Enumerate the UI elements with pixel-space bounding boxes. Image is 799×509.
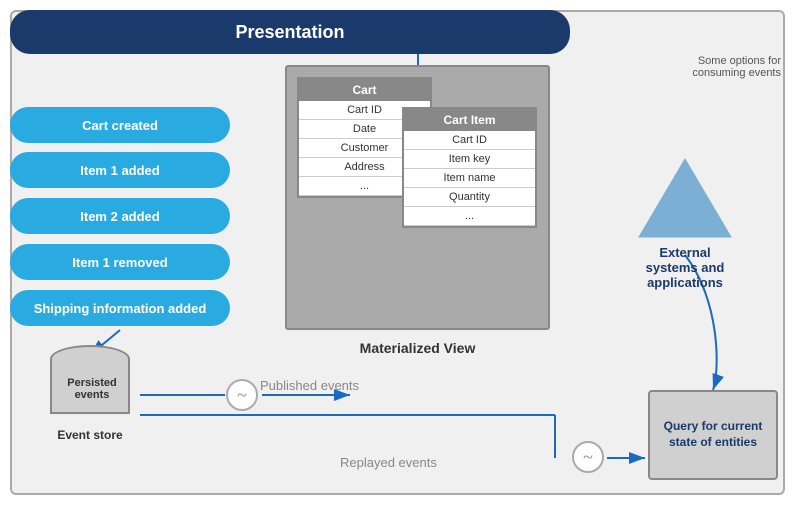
cartitem-row-itemname: Item name <box>404 169 535 188</box>
external-systems-label: Externalsystems andapplications <box>646 245 725 290</box>
cartitem-row-itemkey: Item key <box>404 150 535 169</box>
event-store-cylinder: Persistedevents <box>50 345 130 420</box>
cartitem-row-quantity: Quantity <box>404 188 535 207</box>
external-systems-triangle <box>635 155 735 241</box>
diagram-container: Presentation Cart created Item 1 added I… <box>0 0 799 509</box>
event-pill-item1-added: Item 1 added <box>10 152 230 188</box>
replayed-events-label: Replayed events <box>340 455 437 470</box>
event-store-label: Event store <box>35 428 145 442</box>
cylinder-label: Persistedevents <box>52 377 132 401</box>
cartitem-row-cartid: Cart ID <box>404 131 535 150</box>
event-pill-item1-removed: Item 1 removed <box>10 244 230 280</box>
presentation-label: Presentation <box>235 22 344 43</box>
cart-item-table-header: Cart Item <box>404 109 535 131</box>
published-events-label: Published events <box>260 378 359 393</box>
cart-item-table: Cart Item Cart ID Item key Item name Qua… <box>402 107 537 228</box>
event-pill-item2-added: Item 2 added <box>10 198 230 234</box>
event-pill-cart-created: Cart created <box>10 107 230 143</box>
cylinder-body: Persistedevents <box>50 359 130 414</box>
external-systems-container: Externalsystems andapplications <box>620 155 750 290</box>
cart-table-header: Cart <box>299 79 430 101</box>
event-pill-shipping-added: Shipping information added <box>10 290 230 326</box>
cartitem-row-ellipsis: ... <box>404 207 535 226</box>
published-tilde: ~ <box>226 379 258 411</box>
presentation-bar: Presentation <box>10 10 570 54</box>
materialized-view-label: Materialized View <box>285 340 550 356</box>
replayed-tilde: ~ <box>572 441 604 473</box>
query-box: Query for current state of entities <box>648 390 778 480</box>
materialized-view-box: Cart Cart ID Date Customer Address ... C… <box>285 65 550 330</box>
options-label: Some options forconsuming events <box>651 55 781 79</box>
